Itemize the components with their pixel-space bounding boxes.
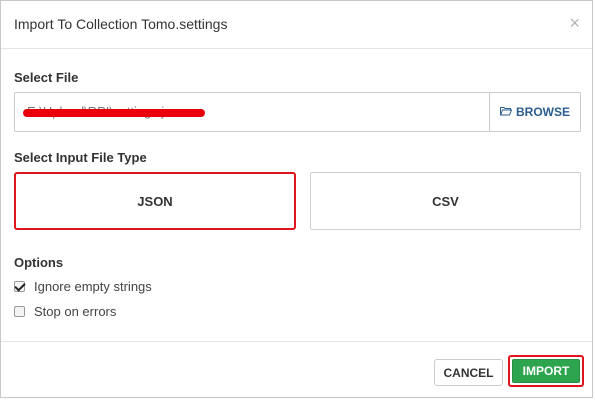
json-type-button[interactable]: JSON: [14, 172, 296, 230]
stop-on-errors-label: Stop on errors: [34, 304, 117, 319]
folder-open-icon: [500, 105, 513, 119]
dialog-title: Import To Collection Tomo.settings: [14, 16, 228, 32]
footer-divider: [1, 341, 592, 342]
option-stop-on-errors[interactable]: Stop on errors: [14, 304, 116, 319]
import-dialog: Import To Collection Tomo.settings × Sel…: [0, 0, 593, 398]
ignore-empty-strings-checkbox[interactable]: [14, 281, 25, 292]
cancel-button[interactable]: CANCEL: [434, 359, 503, 386]
stop-on-errors-checkbox[interactable]: [14, 306, 25, 317]
options-label: Options: [14, 255, 64, 270]
import-label: IMPORT: [522, 364, 570, 378]
option-ignore-empty-strings[interactable]: Ignore empty strings: [14, 279, 152, 294]
cancel-label: CANCEL: [443, 365, 494, 380]
ignore-empty-strings-label: Ignore empty strings: [34, 279, 152, 294]
csv-type-label: CSV: [432, 193, 459, 209]
csv-type-button[interactable]: CSV: [310, 172, 581, 230]
close-icon[interactable]: ×: [569, 13, 580, 33]
dialog-header: Import To Collection Tomo.settings ×: [1, 1, 592, 49]
redaction-mark: [23, 109, 205, 117]
json-type-label: JSON: [137, 193, 173, 209]
browse-label: BROWSE: [516, 105, 570, 119]
file-path-input[interactable]: E:\Upload\RPI\settings.json: [14, 92, 490, 132]
input-type-label: Select Input File Type: [14, 150, 147, 165]
import-button[interactable]: IMPORT: [512, 359, 580, 383]
select-file-label: Select File: [14, 70, 79, 85]
browse-button[interactable]: BROWSE: [489, 92, 581, 132]
